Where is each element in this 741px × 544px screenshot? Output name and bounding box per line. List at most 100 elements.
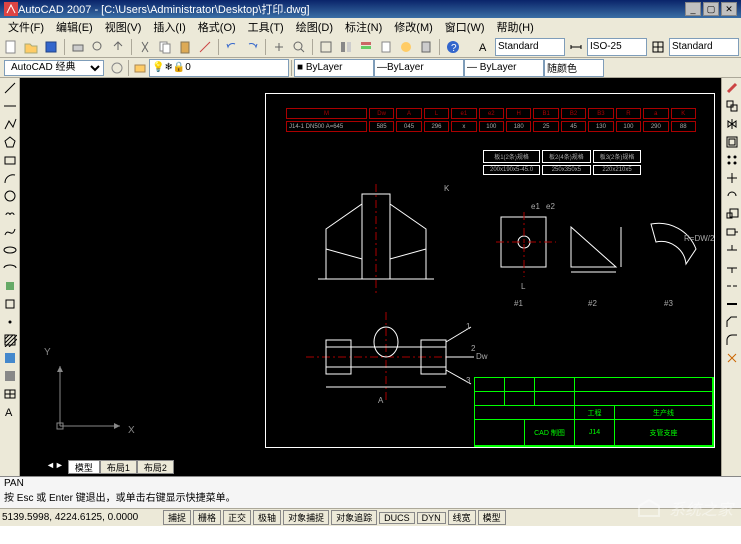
mtext-tool[interactable]: A xyxy=(2,404,18,420)
stretch-tool[interactable] xyxy=(724,224,740,240)
copy-button[interactable] xyxy=(156,38,174,56)
spline-tool[interactable] xyxy=(2,224,18,240)
tab-model[interactable]: 模型 xyxy=(68,460,100,474)
menu-tools[interactable]: 工具(T) xyxy=(242,19,290,35)
break-tool[interactable] xyxy=(724,278,740,294)
circle-tool[interactable] xyxy=(2,188,18,204)
menu-help[interactable]: 帮助(H) xyxy=(491,19,540,35)
layer-props-button[interactable] xyxy=(131,59,149,77)
snap-toggle[interactable]: 捕捉 xyxy=(163,510,191,525)
menu-view[interactable]: 视图(V) xyxy=(99,19,148,35)
markup-button[interactable] xyxy=(397,38,415,56)
fillet-tool[interactable] xyxy=(724,332,740,348)
menu-dimension[interactable]: 标注(N) xyxy=(339,19,388,35)
array-tool[interactable] xyxy=(724,152,740,168)
menu-modify[interactable]: 修改(M) xyxy=(388,19,439,35)
workspace-settings-icon[interactable] xyxy=(108,59,126,77)
dim-style-icon[interactable] xyxy=(567,38,585,56)
print-button[interactable] xyxy=(69,38,87,56)
workspace-combo[interactable]: AutoCAD 经典 xyxy=(4,60,104,76)
trim-tool[interactable] xyxy=(724,242,740,258)
sheetset-button[interactable] xyxy=(377,38,395,56)
cut-button[interactable] xyxy=(136,38,154,56)
insert-tool[interactable] xyxy=(2,278,18,294)
arc-tool[interactable] xyxy=(2,170,18,186)
open-button[interactable] xyxy=(22,38,40,56)
preview-button[interactable] xyxy=(89,38,107,56)
otrack-toggle[interactable]: 对象追踪 xyxy=(331,510,377,525)
mirror-tool[interactable] xyxy=(724,116,740,132)
undo-button[interactable] xyxy=(223,38,241,56)
pline-tool[interactable] xyxy=(2,116,18,132)
region-tool[interactable] xyxy=(2,368,18,384)
drawing-canvas[interactable]: X Y MDwALe1e2HB1B2B3RaK J14-1 DN500 A=64… xyxy=(20,78,721,476)
ortho-toggle[interactable]: 正交 xyxy=(223,510,251,525)
close-button[interactable]: ✕ xyxy=(721,2,737,16)
menu-insert[interactable]: 插入(I) xyxy=(147,19,191,35)
rotate-tool[interactable] xyxy=(724,188,740,204)
calc-button[interactable] xyxy=(417,38,435,56)
text-style-icon[interactable]: A xyxy=(475,38,493,56)
revcloud-tool[interactable] xyxy=(2,206,18,222)
offset-tool[interactable] xyxy=(724,134,740,150)
xline-tool[interactable] xyxy=(2,98,18,114)
menu-file[interactable]: 文件(F) xyxy=(2,19,50,35)
lineweight-combo[interactable]: — ByLayer xyxy=(464,59,544,77)
rect-tool[interactable] xyxy=(2,152,18,168)
erase-tool[interactable] xyxy=(724,80,740,96)
coordinates-display: 5139.5998, 4224.6125, 0.0000 xyxy=(2,512,162,523)
color-combo[interactable]: ■ ByLayer xyxy=(294,59,374,77)
match-button[interactable] xyxy=(196,38,214,56)
plotstyle-combo[interactable]: 随颜色 xyxy=(544,59,604,77)
hatch-tool[interactable] xyxy=(2,332,18,348)
save-button[interactable] xyxy=(42,38,60,56)
point-tool[interactable] xyxy=(2,314,18,330)
publish-button[interactable] xyxy=(109,38,127,56)
table-style-icon[interactable] xyxy=(649,38,667,56)
maximize-button[interactable]: ▢ xyxy=(703,2,719,16)
table-tool[interactable] xyxy=(2,386,18,402)
polar-toggle[interactable]: 极轴 xyxy=(253,510,281,525)
toolpalettes-button[interactable] xyxy=(357,38,375,56)
text-style-combo[interactable]: Standard xyxy=(495,38,565,56)
new-button[interactable] xyxy=(2,38,20,56)
ellipse-tool[interactable] xyxy=(2,242,18,258)
menu-format[interactable]: 格式(O) xyxy=(192,19,242,35)
table-style-combo[interactable]: Standard xyxy=(669,38,739,56)
lwt-toggle[interactable]: 线宽 xyxy=(448,510,476,525)
pan-button[interactable] xyxy=(270,38,288,56)
grid-toggle[interactable]: 栅格 xyxy=(193,510,221,525)
extend-tool[interactable] xyxy=(724,260,740,276)
scale-tool[interactable] xyxy=(724,206,740,222)
copy-tool[interactable] xyxy=(724,98,740,114)
model-toggle[interactable]: 模型 xyxy=(478,510,506,525)
menu-window[interactable]: 窗口(W) xyxy=(439,19,491,35)
designcenter-button[interactable] xyxy=(337,38,355,56)
zoom-button[interactable] xyxy=(290,38,308,56)
linetype-combo[interactable]: — ByLayer xyxy=(374,59,464,77)
tab-layout1[interactable]: 布局1 xyxy=(100,460,137,474)
menu-edit[interactable]: 编辑(E) xyxy=(50,19,99,35)
polygon-tool[interactable] xyxy=(2,134,18,150)
paste-button[interactable] xyxy=(176,38,194,56)
move-tool[interactable] xyxy=(724,170,740,186)
layer-combo[interactable]: 💡❄🔒0 xyxy=(149,59,289,77)
help-button[interactable]: ? xyxy=(444,38,462,56)
block-tool[interactable] xyxy=(2,296,18,312)
dyn-toggle[interactable]: DYN xyxy=(417,512,446,524)
osnap-toggle[interactable]: 对象捕捉 xyxy=(283,510,329,525)
ducs-toggle[interactable]: DUCS xyxy=(379,512,415,524)
ellipsearc-tool[interactable] xyxy=(2,260,18,276)
dim-style-combo[interactable]: ISO-25 xyxy=(587,38,647,56)
properties-button[interactable] xyxy=(317,38,335,56)
tab-layout2[interactable]: 布局2 xyxy=(137,460,174,474)
menu-draw[interactable]: 绘图(D) xyxy=(290,19,339,35)
minimize-button[interactable]: _ xyxy=(685,2,701,16)
redo-button[interactable] xyxy=(243,38,261,56)
line-tool[interactable] xyxy=(2,80,18,96)
gradient-tool[interactable] xyxy=(2,350,18,366)
command-line[interactable]: PAN 按 Esc 或 Enter 键退出，或单击右键显示快捷菜单。 xyxy=(0,476,741,508)
join-tool[interactable] xyxy=(724,296,740,312)
explode-tool[interactable] xyxy=(724,350,740,366)
chamfer-tool[interactable] xyxy=(724,314,740,330)
